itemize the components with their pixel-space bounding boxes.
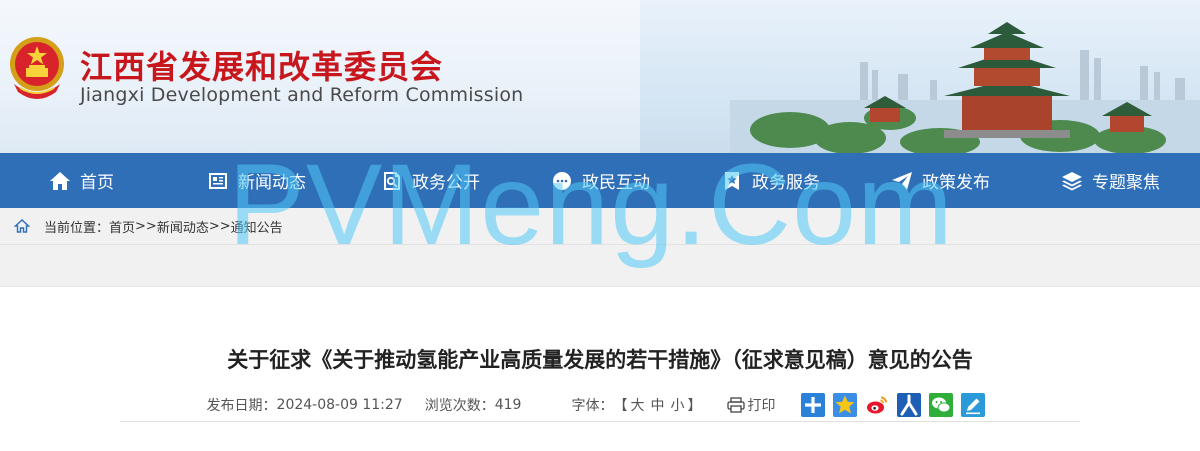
article-panel: 关于征求《关于推动氢能产业高质量发展的若干措施》（征求意见稿）意见的公告 发布日… (0, 286, 1200, 451)
meta-divider (120, 421, 1080, 422)
font-size-bracket-open: 【 (613, 398, 628, 414)
publish-date: 2024-08-09 11:27 (276, 397, 403, 413)
publish-date-label: 发布日期： (206, 398, 277, 414)
nav-item-label: 新闻动态 (238, 173, 306, 193)
home-icon (50, 171, 70, 190)
nav-item-interaction[interactable]: 政民互动 (550, 153, 720, 208)
national-emblem-icon (10, 37, 64, 99)
share-bar (801, 393, 993, 417)
nav-item-news[interactable]: 新闻动态 (206, 153, 380, 208)
print-button[interactable]: 打印 (727, 395, 775, 415)
home-icon (14, 219, 30, 233)
nav-item-label: 专题聚焦 (1092, 173, 1160, 193)
breadcrumb-item-notice[interactable]: 通知公告 (231, 217, 283, 236)
search-doc-icon (384, 171, 400, 190)
nav-item-policy[interactable]: 政策发布 (890, 153, 1060, 208)
nav-item-home[interactable]: 首页 (48, 153, 206, 208)
nav-item-label: 首页 (80, 173, 114, 193)
nav-item-services[interactable]: 政务服务 (720, 153, 890, 208)
view-count-label: 浏览次数： (424, 398, 495, 414)
font-size-medium-button[interactable]: 中 (647, 395, 667, 415)
font-size-bracket-close: 】 (687, 398, 702, 414)
site-title-chinese: 江西省发展和改革委员会 (80, 48, 444, 86)
breadcrumb-separator: >> (208, 218, 231, 234)
nav-item-label: 政务服务 (752, 173, 820, 193)
view-count: 419 (494, 397, 522, 413)
qzone-star-icon[interactable] (833, 393, 858, 417)
edit-icon[interactable] (961, 393, 986, 417)
news-icon (209, 172, 227, 189)
breadcrumb-item-home[interactable]: 首页 (109, 217, 135, 236)
site-title-english: Jiangxi Development and Reform Commissio… (80, 84, 524, 106)
bookmark-star-icon (725, 171, 739, 190)
content-area: 关于征求《关于推动氢能产业高质量发展的若干措施》（征求意见稿）意见的公告 发布日… (0, 245, 1200, 451)
font-size-label: 字体： (571, 398, 614, 414)
site-header: 江西省发展和改革委员会 Jiangxi Development and Refo… (0, 0, 1200, 153)
paper-plane-icon (892, 171, 912, 190)
nav-item-label: 政策发布 (922, 173, 990, 193)
nav-item-topics[interactable]: 专题聚焦 (1060, 153, 1160, 208)
chat-icon (553, 171, 571, 190)
layers-icon (1062, 171, 1082, 190)
nav-item-label: 政务公开 (412, 173, 480, 193)
article-meta: 发布日期： 2024-08-09 11:27 浏览次数： 419 字体： 【 大… (0, 393, 1200, 417)
wechat-icon[interactable] (929, 393, 954, 417)
breadcrumb: 当前位置： 首页 >> 新闻动态 >> 通知公告 (0, 208, 1200, 245)
main-nav: 首页 新闻动态 政务公开 政民互动 政务服务 政策发布 专题聚焦 (0, 153, 1200, 208)
printer-icon (727, 397, 746, 413)
breadcrumb-separator: >> (135, 218, 157, 234)
renren-icon[interactable] (897, 393, 922, 417)
share-plus-icon[interactable] (801, 393, 826, 417)
article-title: 关于征求《关于推动氢能产业高质量发展的若干措施》（征求意见稿）意见的公告 (227, 348, 973, 372)
print-label: 打印 (747, 398, 776, 414)
nav-item-label: 政民互动 (582, 173, 650, 193)
font-size-small-button[interactable]: 小 (667, 395, 687, 415)
font-size-large-button[interactable]: 大 (627, 395, 647, 415)
tengwang-pavilion-scenery (730, 22, 1200, 153)
nav-item-gov-affairs[interactable]: 政务公开 (380, 153, 550, 208)
breadcrumb-prefix: 当前位置： (44, 220, 110, 236)
breadcrumb-item-news[interactable]: 新闻动态 (157, 217, 209, 236)
weibo-icon[interactable] (865, 393, 889, 417)
